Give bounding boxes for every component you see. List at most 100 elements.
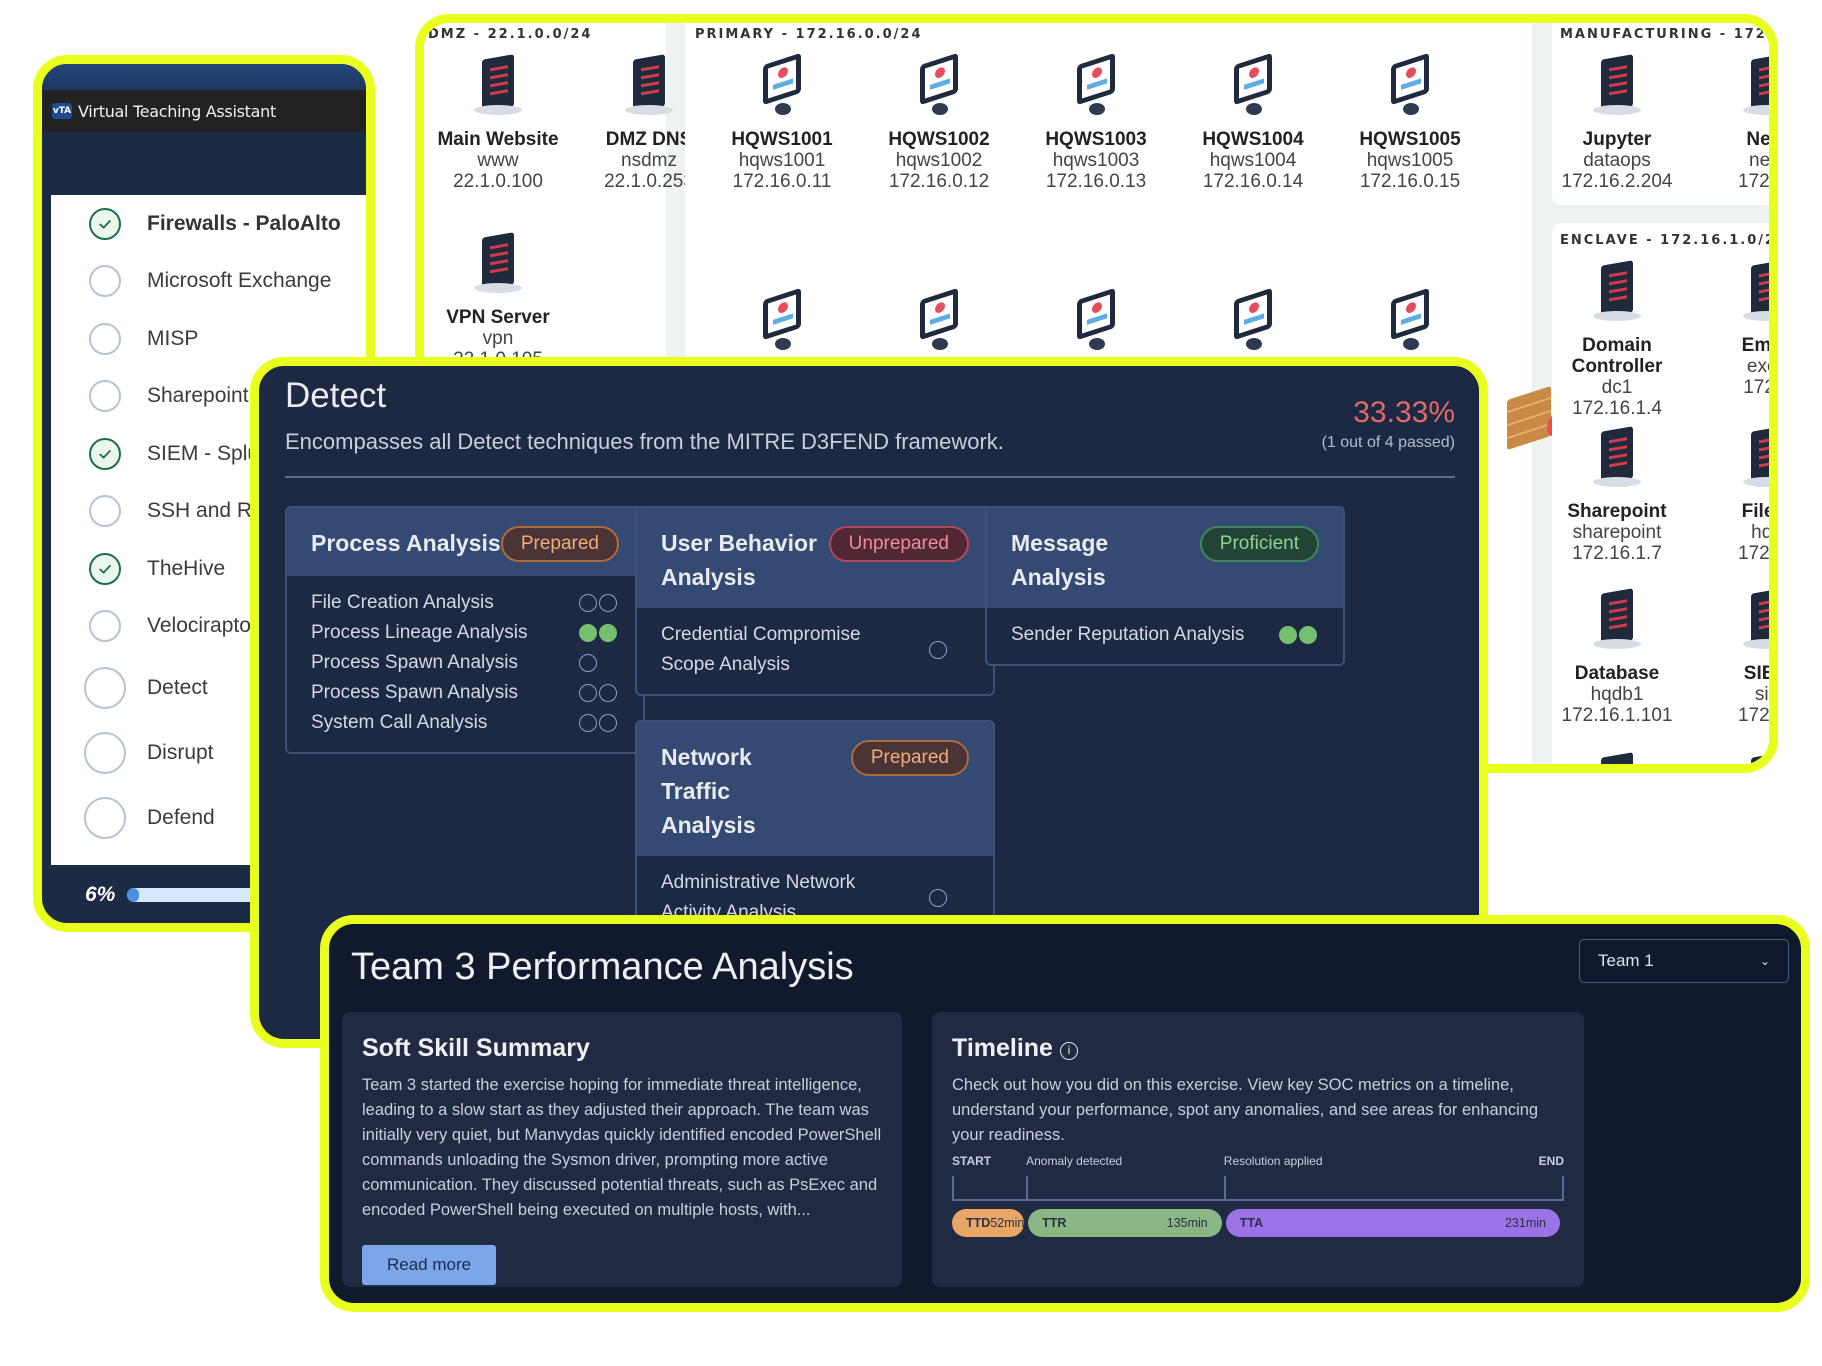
network-node[interactable]: HQWS1005 hqws1005 172.16.0.15 — [1335, 52, 1485, 192]
technique-card[interactable]: Message Analysis Proficient Sender Reputat… — [985, 506, 1345, 666]
technique-card-title: Message Analysis — [1011, 530, 1109, 590]
server-icon — [470, 53, 526, 123]
technique-dots — [929, 889, 969, 907]
timeline-segment-ttd[interactable]: TTD52min — [952, 1209, 1024, 1237]
node-host: vpn — [482, 328, 514, 349]
network-node[interactable]: Database hqdb1 172.16.1.101 — [1542, 587, 1692, 726]
server-icon — [621, 53, 677, 123]
technique-card[interactable]: Process Analysis Prepared File Creation An… — [285, 506, 645, 754]
network-node[interactable] — [707, 287, 857, 364]
empty-dot-icon — [929, 889, 947, 907]
module-item[interactable]: Microsoft Exchange — [51, 253, 366, 311]
timeline-title: Timeline i — [952, 1034, 1564, 1063]
node-host: dc1 — [1601, 377, 1633, 398]
workstation-icon — [911, 287, 967, 358]
technique-label: Process Spawn Analysis — [311, 682, 518, 703]
node-host: next — [1749, 150, 1771, 171]
technique-dots — [579, 624, 619, 642]
server-icon — [1739, 259, 1769, 329]
filled-dot-icon — [579, 624, 597, 642]
node-name: Main Website — [437, 129, 559, 150]
network-node[interactable] — [1021, 287, 1171, 364]
segment-value: 135min — [1166, 1216, 1208, 1230]
technique-row: File Creation Analysis — [311, 588, 619, 618]
module-item-label: Disrupt — [147, 740, 214, 764]
network-node[interactable]: Next next 172.16 — [1692, 53, 1771, 192]
network-node[interactable] — [864, 287, 1014, 364]
timeline-segment-ttr[interactable]: TTR 135min — [1028, 1209, 1222, 1237]
team-performance-panel: Team 3 Performance Analysis Team 1 ⌄ Sof… — [320, 915, 1810, 1312]
module-item-label: Detect — [147, 675, 208, 699]
technique-card-title: Process Analysis — [311, 530, 501, 556]
node-host: exch — [1746, 356, 1777, 377]
network-node[interactable]: HQWS1001 hqws1001 172.16.0.11 — [707, 52, 857, 192]
segment-label: TTD52min — [966, 1216, 1025, 1230]
check-circle-icon — [89, 207, 121, 240]
timeline-description: Check out how you did on this exercise. … — [952, 1076, 1539, 1144]
network-node[interactable]: HQWS1004 hqws1004 172.16.0.14 — [1178, 52, 1328, 192]
score-subtext: (1 out of 4 passed) — [1321, 434, 1455, 451]
node-host: sharepoint — [1572, 522, 1662, 543]
node-name: File S — [1741, 501, 1775, 522]
module-item-label: Defend — [147, 805, 215, 829]
node-ip: 172.16 — [1737, 705, 1775, 726]
node-ip: 172.16.0.14 — [1202, 171, 1304, 192]
network-node[interactable]: SIEM sie 172.16 — [1692, 587, 1778, 726]
marker-start: START — [952, 1154, 992, 1168]
info-icon[interactable]: i — [1059, 1042, 1078, 1060]
node-name: Email — [1741, 335, 1772, 356]
technique-dots — [1279, 626, 1319, 644]
node-name: VPN Server — [446, 307, 550, 328]
soft-skill-title: Soft Skill Summary — [362, 1034, 590, 1062]
node-host: hqws1005 — [1366, 150, 1454, 171]
module-item-label: Firewalls - PaloAlto — [147, 211, 341, 235]
team-select[interactable]: Team 1 ⌄ — [1579, 939, 1789, 983]
node-host: hqdb1 — [1590, 684, 1644, 705]
check-circle-icon — [89, 437, 121, 470]
workstation-icon — [1225, 287, 1281, 358]
zone-label: ENCLAVE - 172.16.1.0/24 — [1560, 233, 1778, 248]
network-node[interactable]: File S hqn 172.16 — [1692, 425, 1775, 564]
zone-manufacturing: MANUFACTURING - 172.16. Jupyter dataops … — [1552, 23, 1771, 205]
empty-dot-icon — [579, 714, 597, 732]
network-node[interactable]: Email exch 172.1 — [1692, 259, 1777, 398]
technique-card[interactable]: User Behavior Analysis Unprepared Credenti… — [635, 506, 995, 696]
workstation-icon — [754, 52, 810, 123]
detect-score: 33.33% (1 out of 4 passed) — [1322, 396, 1455, 452]
detect-description: Encompasses all Detect techniques from t… — [285, 429, 1004, 454]
technique-dots — [579, 594, 619, 612]
network-node[interactable] — [1542, 751, 1692, 764]
server-icon — [470, 231, 526, 301]
technique-dots — [579, 654, 619, 672]
node-host: sie — [1754, 684, 1778, 705]
technique-card[interactable]: Network Traffic Analysis Prepared Administ… — [635, 720, 995, 944]
filled-dot-icon — [599, 624, 617, 642]
read-more-button[interactable]: Read more — [362, 1245, 497, 1285]
timeline-axis — [952, 1199, 1564, 1201]
network-node[interactable] — [1692, 751, 1769, 764]
network-node[interactable]: VPN Server vpn 22.1.0.105 — [424, 231, 573, 370]
technique-list: Credential Compromise Scope Analysis — [637, 608, 993, 694]
node-ip: 172.16.0.11 — [732, 171, 832, 192]
marker-resolution: Resolution applied — [1223, 1154, 1323, 1168]
server-icon — [1739, 53, 1769, 123]
timeline-segment-tta[interactable]: TTA 231min — [1225, 1209, 1560, 1237]
network-node[interactable]: HQWS1003 hqws1003 172.16.0.13 — [1021, 52, 1171, 192]
node-ip: 172.16 — [1737, 543, 1775, 564]
empty-circle-icon — [84, 666, 126, 709]
module-item[interactable]: Firewalls - PaloAlto — [51, 195, 366, 253]
network-node[interactable]: Sharepoint sharepoint 172.16.1.7 — [1542, 425, 1692, 564]
network-node[interactable] — [1178, 287, 1328, 364]
technique-list: File Creation Analysis Process Lineage An… — [287, 576, 643, 752]
network-node[interactable]: HQWS1002 hqws1002 172.16.0.12 — [864, 52, 1014, 192]
network-node[interactable]: Jupyter dataops 172.16.2.204 — [1542, 53, 1692, 192]
network-node[interactable]: Domain Controller dc1 172.16.1.4 — [1542, 259, 1692, 419]
node-host: hqws1003 — [1052, 150, 1140, 171]
technique-card-header: User Behavior Analysis Unprepared — [637, 508, 993, 608]
node-ip: 172.16.1.7 — [1572, 543, 1662, 564]
module-item-label: Microsoft Exchange — [147, 269, 332, 293]
empty-dot-icon — [599, 594, 617, 612]
network-node[interactable]: Main Website www 22.1.0.100 — [424, 53, 573, 192]
empty-circle-icon — [89, 322, 121, 355]
server-icon — [1739, 751, 1769, 764]
